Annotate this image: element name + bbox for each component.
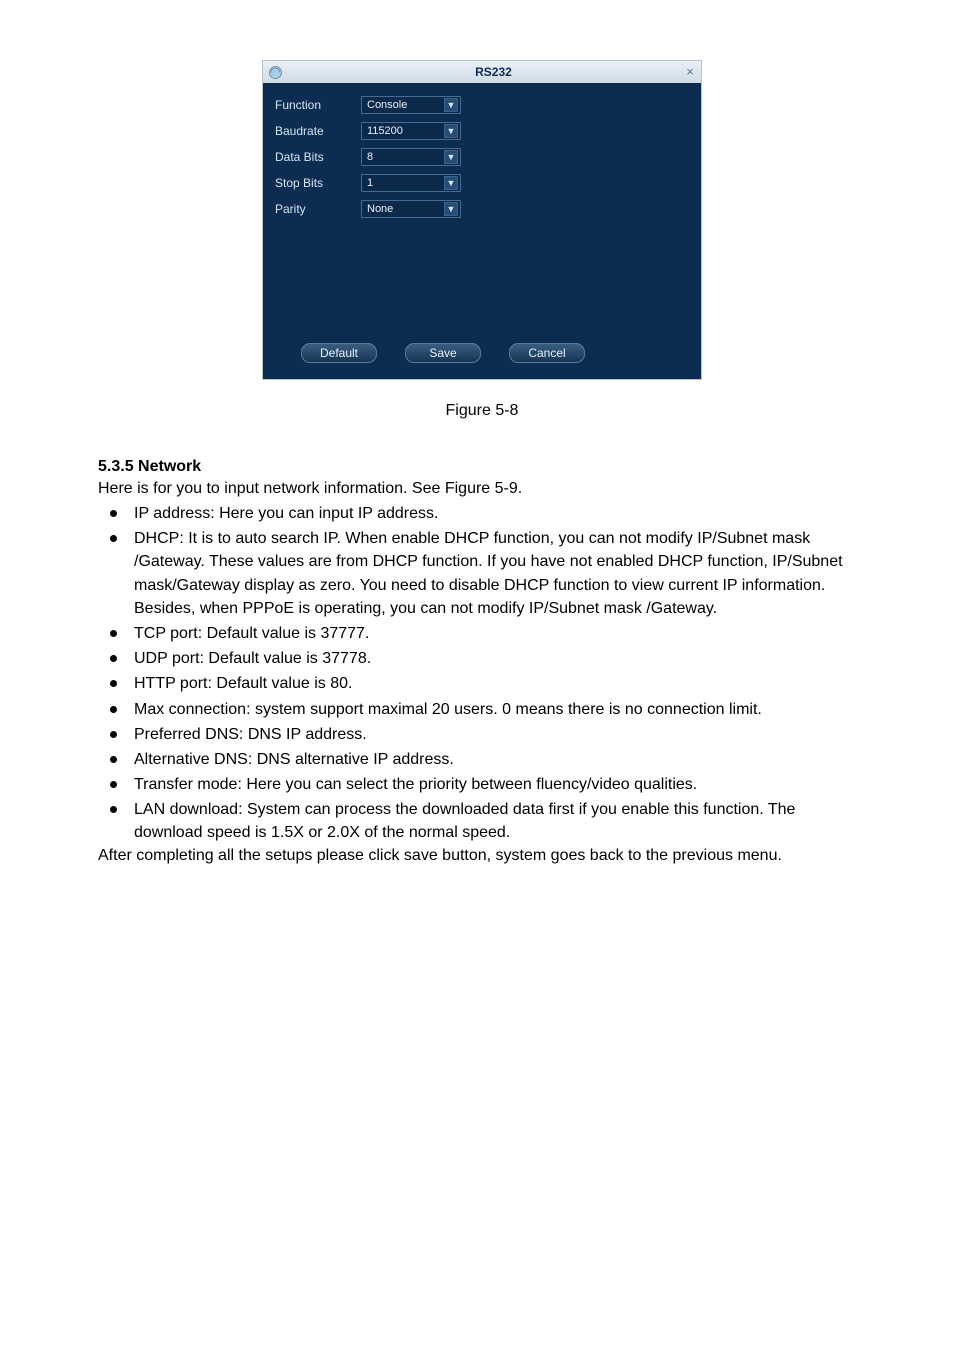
row-baudrate: Baudrate 115200 ▼ <box>275 119 689 143</box>
document-page: RS232 × Function Console ▼ Baudrate 1152… <box>0 0 954 865</box>
chevron-down-icon: ▼ <box>444 98 458 112</box>
chevron-down-icon: ▼ <box>444 176 458 190</box>
dialog-titlebar: RS232 × <box>263 61 701 83</box>
select-stop-bits-value: 1 <box>367 177 373 189</box>
label-data-bits: Data Bits <box>275 150 361 164</box>
label-baudrate: Baudrate <box>275 124 361 138</box>
select-parity[interactable]: None ▼ <box>361 200 461 218</box>
section-intro: Here is for you to input network informa… <box>98 480 866 498</box>
select-function[interactable]: Console ▼ <box>361 96 461 114</box>
chevron-down-icon: ▼ <box>444 124 458 138</box>
select-data-bits-value: 8 <box>367 151 373 163</box>
dialog-buttons: Default Save Cancel <box>275 343 689 363</box>
label-function: Function <box>275 98 361 112</box>
label-stop-bits: Stop Bits <box>275 176 361 190</box>
list-item: LAN download: System can process the dow… <box>98 798 866 844</box>
section-heading: 5.3.5 Network <box>98 458 866 476</box>
close-icon[interactable]: × <box>683 64 697 78</box>
list-item: Transfer mode: Here you can select the p… <box>98 773 866 796</box>
cancel-button[interactable]: Cancel <box>509 343 585 363</box>
select-function-value: Console <box>367 99 407 111</box>
dialog-body: Function Console ▼ Baudrate 115200 ▼ Dat… <box>263 83 701 379</box>
save-button[interactable]: Save <box>405 343 481 363</box>
list-item: Alternative DNS: DNS alternative IP addr… <box>98 748 866 771</box>
row-parity: Parity None ▼ <box>275 197 689 221</box>
figure-caption: Figure 5-8 <box>98 402 866 420</box>
list-item: TCP port: Default value is 37777. <box>98 622 866 645</box>
list-item: HTTP port: Default value is 80. <box>98 672 866 695</box>
chevron-down-icon: ▼ <box>444 150 458 164</box>
select-baudrate[interactable]: 115200 ▼ <box>361 122 461 140</box>
chevron-down-icon: ▼ <box>444 202 458 216</box>
dialog-spacer <box>275 223 689 343</box>
select-data-bits[interactable]: 8 ▼ <box>361 148 461 166</box>
list-item: UDP port: Default value is 37778. <box>98 647 866 670</box>
select-parity-value: None <box>367 203 393 215</box>
list-item: DHCP: It is to auto search IP. When enab… <box>98 527 866 620</box>
list-item: Max connection: system support maximal 2… <box>98 698 866 721</box>
label-parity: Parity <box>275 202 361 216</box>
dialog-title: RS232 <box>286 65 701 79</box>
row-data-bits: Data Bits 8 ▼ <box>275 145 689 169</box>
row-function: Function Console ▼ <box>275 93 689 117</box>
list-item: IP address: Here you can input IP addres… <box>98 502 866 525</box>
select-stop-bits[interactable]: 1 ▼ <box>361 174 461 192</box>
section-outro: After completing all the setups please c… <box>98 847 866 865</box>
row-stop-bits: Stop Bits 1 ▼ <box>275 171 689 195</box>
list-item: Preferred DNS: DNS IP address. <box>98 723 866 746</box>
rs232-dialog: RS232 × Function Console ▼ Baudrate 1152… <box>262 60 702 380</box>
bullet-list: IP address: Here you can input IP addres… <box>98 502 866 845</box>
dialog-icon <box>266 63 284 81</box>
select-baudrate-value: 115200 <box>367 125 403 137</box>
default-button[interactable]: Default <box>301 343 377 363</box>
